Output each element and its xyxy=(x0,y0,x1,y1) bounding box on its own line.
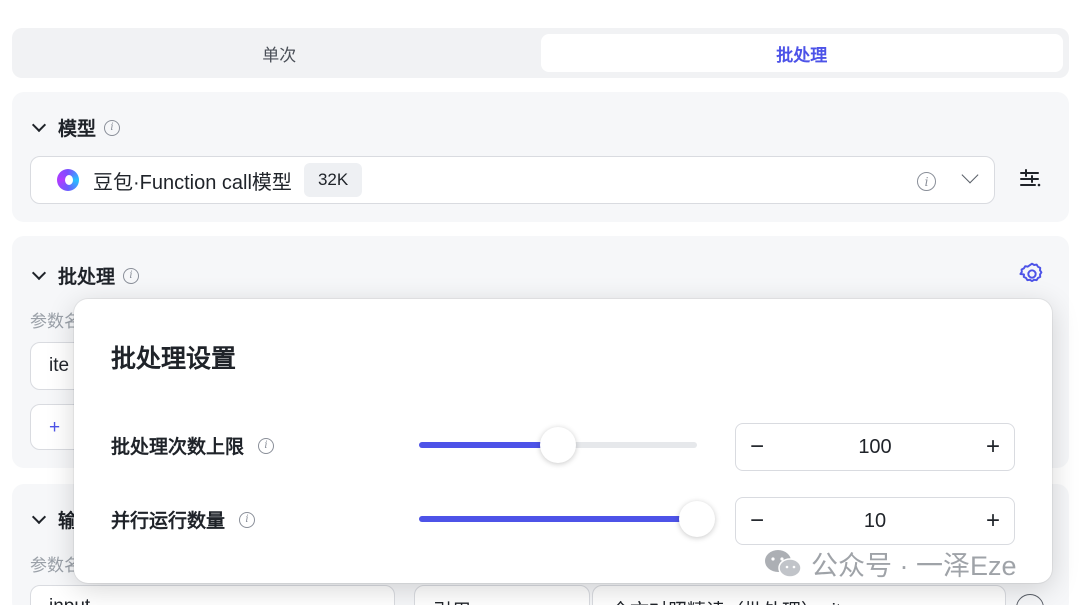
max-batch-stepper: − 100 + xyxy=(735,423,1015,471)
decrement-button[interactable]: − xyxy=(736,498,778,544)
model-select[interactable]: 豆包·Function call模型 32K i xyxy=(30,156,995,204)
max-batch-label: 批处理次数上限 i xyxy=(111,432,275,459)
tab-single[interactable]: 单次 xyxy=(18,34,541,72)
model-name: 豆包·Function call模型 xyxy=(93,171,292,194)
slider-thumb[interactable] xyxy=(540,427,576,463)
parallel-label-text: 并行运行数量 xyxy=(111,511,226,532)
popup-title: 批处理设置 xyxy=(111,345,237,373)
slider-fill xyxy=(419,442,558,448)
max-batch-label-text: 批处理次数上限 xyxy=(111,437,245,458)
slider-fill xyxy=(419,516,697,522)
parallel-label: 并行运行数量 i xyxy=(111,506,256,533)
output-section-header[interactable]: 输 xyxy=(30,506,77,533)
max-batch-slider[interactable] xyxy=(419,427,697,463)
chevron-down-icon xyxy=(31,117,47,132)
info-icon[interactable]: i xyxy=(239,511,256,528)
slider-thumb[interactable] xyxy=(679,501,715,537)
parallel-value[interactable]: 10 xyxy=(778,510,972,533)
info-icon[interactable]: i xyxy=(123,267,140,284)
max-batch-value[interactable]: 100 xyxy=(778,436,972,459)
ref-source-select[interactable]: 全文对照精读（批处理）- it xyxy=(592,585,1006,605)
info-icon[interactable]: i xyxy=(104,119,121,136)
ref-type-select[interactable]: 引用 xyxy=(414,585,590,605)
watermark-text: 公众号 · 一泽Eze xyxy=(811,551,1017,581)
info-icon[interactable]: i xyxy=(258,437,275,454)
chevron-down-icon xyxy=(31,265,47,280)
parallel-slider[interactable] xyxy=(419,501,715,537)
chevron-down-icon xyxy=(31,509,47,524)
batch-section-title: 批处理 xyxy=(58,267,116,288)
parallel-stepper: − 10 + xyxy=(735,497,1015,545)
batch-settings-popup: 批处理设置 批处理次数上限 i − 100 + 并行运行数量 i − 10 + xyxy=(74,299,1052,583)
batch-section-header[interactable]: 批处理 i xyxy=(30,262,140,289)
model-section-title: 模型 xyxy=(58,119,97,140)
tab-batch[interactable]: 批处理 xyxy=(540,34,1063,72)
param-name-label: 参数名 xyxy=(30,312,74,331)
gear-icon[interactable] xyxy=(1019,261,1045,287)
increment-button[interactable]: + xyxy=(972,498,1014,544)
mode-tabs: 单次 批处理 xyxy=(12,28,1069,78)
context-badge: 32K xyxy=(303,163,363,197)
model-section-header[interactable]: 模型 i xyxy=(30,114,121,141)
output-param-field[interactable]: input xyxy=(30,585,395,605)
param-name-label: 参数名 xyxy=(30,556,74,575)
decrement-button[interactable]: − xyxy=(736,424,778,470)
doubao-logo-icon xyxy=(57,169,79,191)
model-info-icon[interactable]: i xyxy=(917,172,936,191)
watermark: 公众号 · 一泽Eze xyxy=(763,544,1017,583)
chevron-down-icon[interactable] xyxy=(961,166,979,184)
tune-settings-icon[interactable] xyxy=(1018,168,1042,190)
increment-button[interactable]: + xyxy=(972,424,1014,470)
wechat-icon xyxy=(765,549,802,578)
